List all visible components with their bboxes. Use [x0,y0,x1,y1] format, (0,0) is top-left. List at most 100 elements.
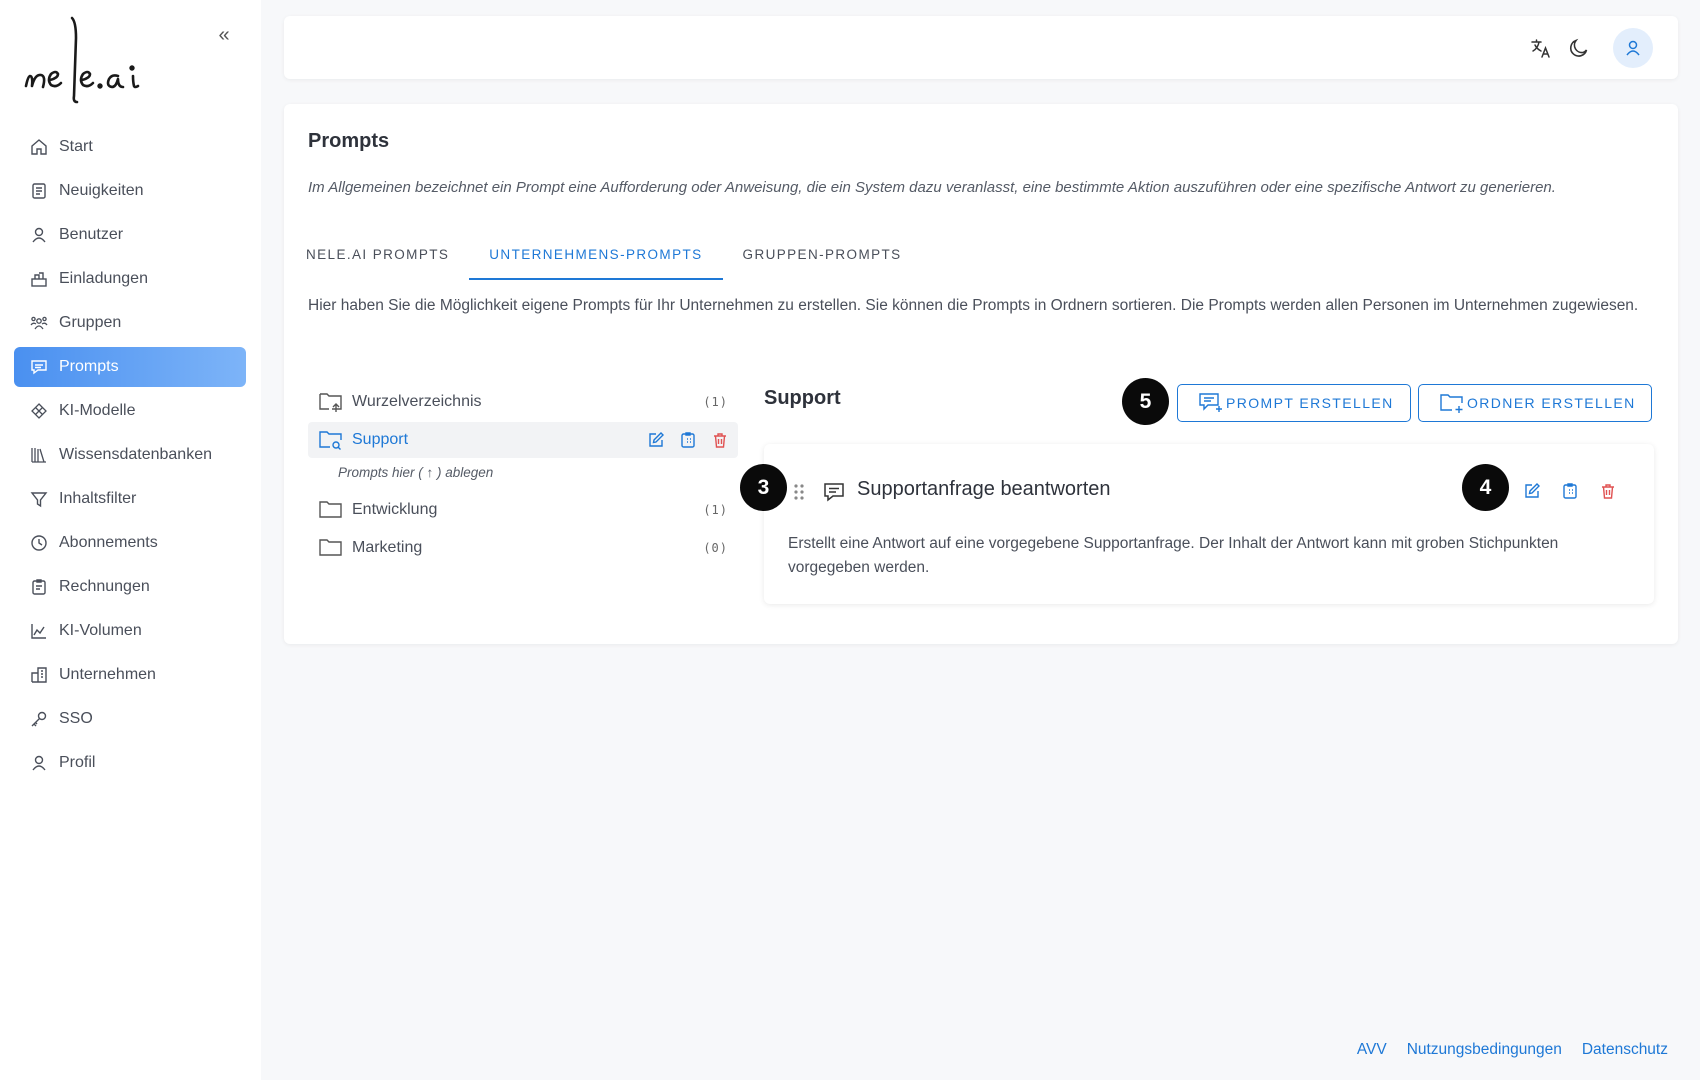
folder-label: Marketing [352,539,423,556]
sidebar-item-rechnungen[interactable]: Rechnungen [14,567,246,607]
add-prompt-icon [1199,393,1222,412]
folder-search-icon [318,428,344,452]
copy-prompt-icon[interactable] [1560,481,1580,501]
sidebar: « Start Neuigkeiten Benutzer Einladungen… [0,0,261,1080]
folder-count: (1) [703,395,728,409]
user-icon [29,225,49,245]
sidebar-item-unternehmen[interactable]: Unternehmen [14,655,246,695]
folder-item-marketing[interactable]: Marketing (0) [308,530,738,566]
nele-ai-logo[interactable] [24,14,154,106]
folder-label: Wurzelverzeichnis [352,393,482,410]
building-icon [29,665,49,685]
home-icon [29,137,49,157]
create-prompt-label: PROMPT ERSTELLEN [1226,395,1394,411]
footer-link-datenschutz[interactable]: Datenschutz [1582,1041,1668,1059]
chart-icon [29,621,49,641]
drop-hint: Prompts hier ( ↑ ) ablegen [338,465,494,480]
folder-list: Wurzelverzeichnis (1) Support Prompts hi… [308,384,738,566]
sidebar-item-label: Unternehmen [59,666,156,683]
sidebar-item-label: Wissensdatenbanken [59,446,212,463]
prompt-title: Supportanfrage beantworten [857,478,1111,500]
sidebar-item-label: Neuigkeiten [59,182,144,199]
collapse-sidebar-icon[interactable]: « [214,25,234,45]
sidebar-item-label: Einladungen [59,270,148,287]
folder-icon [318,498,344,522]
top-bar [284,16,1678,79]
folder-count: (1) [703,503,728,517]
prompt-card[interactable]: Supportanfrage beantworten Erstellt eine… [764,444,1654,604]
prompt-actions [1522,481,1618,501]
sidebar-item-label: Profil [59,754,96,771]
news-icon [29,181,49,201]
sidebar-item-start[interactable]: Start [14,127,246,167]
tabs: NELE.AI PROMPTS UNTERNEHMENS-PROMPTS GRU… [306,238,922,280]
sidebar-item-label: Benutzer [59,226,124,243]
sidebar-item-label: Start [59,138,93,155]
folder-item-entwicklung[interactable]: Entwicklung (1) [308,492,738,528]
sidebar-item-neuigkeiten[interactable]: Neuigkeiten [14,171,246,211]
ai-models-icon [29,401,49,421]
sidebar-nav: Start Neuigkeiten Benutzer Einladungen G… [14,127,246,787]
user-avatar-icon[interactable] [1613,28,1653,68]
sidebar-item-einladungen[interactable]: Einladungen [14,259,246,299]
sidebar-item-label: Inhaltsfilter [59,490,137,507]
footer-link-avv[interactable]: AVV [1357,1041,1387,1059]
edit-prompt-icon[interactable] [1522,481,1542,501]
groups-icon [29,313,49,333]
tab-description: Hier haben Sie die Möglichkeit eigene Pr… [308,297,1639,314]
prompts-icon [29,357,49,377]
filter-icon [29,489,49,509]
create-folder-button[interactable]: ORDNER ERSTELLEN [1418,384,1652,422]
folder-title: Support [764,387,841,409]
sidebar-item-profil[interactable]: Profil [14,743,246,783]
folder-icon [318,536,344,560]
tab-unternehmens-prompts[interactable]: UNTERNEHMENS-PROMPTS [469,238,723,280]
tab-gruppen-prompts[interactable]: GRUPPEN-PROMPTS [723,238,922,280]
sidebar-item-gruppen[interactable]: Gruppen [14,303,246,343]
tab-nele-ai-prompts[interactable]: NELE.AI PROMPTS [306,238,469,280]
step-badge-3: 3 [740,464,787,511]
sidebar-item-label: KI-Volumen [59,622,142,639]
sidebar-item-label: Rechnungen [59,578,150,595]
key-icon [29,709,49,729]
sidebar-item-benutzer[interactable]: Benutzer [14,215,246,255]
sidebar-item-inhaltsfilter[interactable]: Inhaltsfilter [14,479,246,519]
sidebar-item-ki-volumen[interactable]: KI-Volumen [14,611,246,651]
step-badge-5: 5 [1122,378,1169,425]
sidebar-item-wissensdatenbanken[interactable]: Wissensdatenbanken [14,435,246,475]
invitations-icon [29,269,49,289]
sidebar-item-abonnements[interactable]: Abonnements [14,523,246,563]
folder-up-icon [318,390,344,414]
drag-handle-icon[interactable] [792,482,806,502]
knowledge-base-icon [29,445,49,465]
footer: AVV Nutzungsbedingungen Datenschutz [1357,1041,1668,1059]
folder-label: Entwicklung [352,501,438,518]
create-prompt-button[interactable]: PROMPT ERSTELLEN [1177,384,1411,422]
prompt-chat-icon [822,480,846,504]
sidebar-item-ki-modelle[interactable]: KI-Modelle [14,391,246,431]
profile-icon [29,753,49,773]
delete-folder-icon[interactable] [710,430,730,450]
sidebar-item-label: SSO [59,710,93,727]
edit-folder-icon[interactable] [646,430,666,450]
step-badge-4: 4 [1462,464,1509,511]
prompts-card: Prompts Im Allgemeinen bezeichnet ein Pr… [284,104,1678,644]
page-title: Prompts [308,130,390,152]
delete-prompt-icon[interactable] [1598,481,1618,501]
sidebar-item-label: Prompts [59,358,119,375]
translate-icon[interactable] [1528,35,1554,61]
invoice-icon [29,577,49,597]
sidebar-item-prompts[interactable]: Prompts [14,347,246,387]
copy-folder-icon[interactable] [678,430,698,450]
folder-item-support[interactable]: Support [308,422,738,458]
folder-item-wurzelverzeichnis[interactable]: Wurzelverzeichnis (1) [308,384,738,420]
folder-count: (0) [703,541,728,555]
sidebar-item-sso[interactable]: SSO [14,699,246,739]
sidebar-item-label: Abonnements [59,534,158,551]
moon-icon[interactable] [1566,35,1592,61]
page-description: Im Allgemeinen bezeichnet ein Prompt ein… [308,179,1556,196]
footer-link-nutzungsbedingungen[interactable]: Nutzungsbedingungen [1407,1041,1562,1059]
add-folder-icon [1440,394,1463,413]
create-folder-label: ORDNER ERSTELLEN [1467,395,1636,411]
folder-actions [646,430,730,450]
